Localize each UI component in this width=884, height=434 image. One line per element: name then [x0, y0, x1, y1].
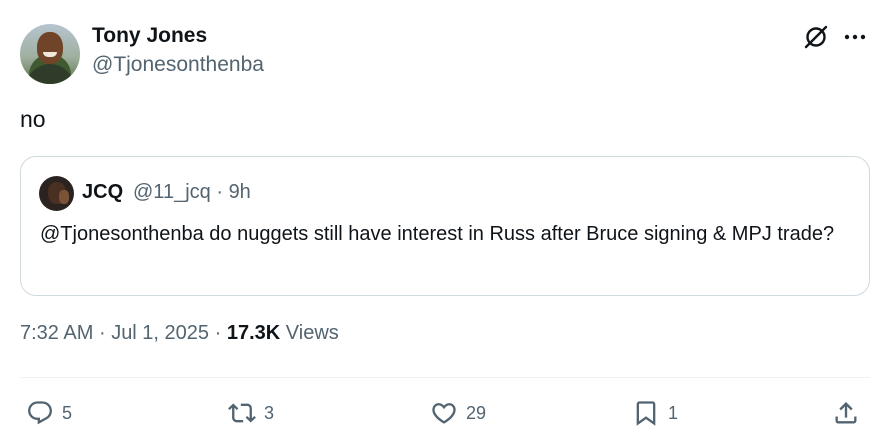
- bookmark-icon: [636, 401, 656, 426]
- quote-time[interactable]: 9h: [229, 181, 251, 203]
- author-handle[interactable]: @Tjonesonthenba: [92, 53, 264, 77]
- like-count: 29: [466, 402, 487, 423]
- quote-avatar-hand: [59, 190, 69, 204]
- bookmark-button[interactable]: 1: [632, 398, 678, 428]
- author-name[interactable]: Tony Jones: [92, 24, 207, 48]
- like-button[interactable]: 29: [430, 398, 486, 428]
- repost-button[interactable]: 3: [228, 398, 274, 428]
- share-button[interactable]: [832, 398, 860, 428]
- quote-text: @Tjonesonthenba do nuggets still have in…: [40, 223, 835, 245]
- quote-handle[interactable]: @11_jcq: [133, 181, 211, 203]
- repost-count: 3: [264, 402, 275, 423]
- more-icon[interactable]: [842, 24, 868, 50]
- repost-icon: [228, 403, 256, 423]
- tweet-date[interactable]: Jul 1, 2025: [111, 322, 209, 344]
- author-avatar[interactable]: [20, 24, 80, 84]
- quote-separator: ·: [216, 181, 223, 203]
- meta-separator: ·: [214, 322, 222, 344]
- tweet-text: no: [20, 106, 46, 132]
- avatar-face: [37, 32, 63, 64]
- divider: [20, 377, 870, 378]
- views-label: Views: [285, 322, 339, 344]
- tweet-meta: 7:32 AM · Jul 1, 2025 · 17.3K Views: [20, 322, 339, 345]
- views-count: 17.3K: [226, 322, 281, 344]
- bookmark-count: 1: [668, 402, 679, 423]
- quote-author-name[interactable]: JCQ: [82, 181, 123, 204]
- quoted-tweet[interactable]: JCQ @11_jcq · 9h @Tjonesonthenba do nugg…: [20, 156, 870, 296]
- quote-avatar[interactable]: [39, 176, 74, 211]
- reply-count: 5: [62, 402, 73, 423]
- tweet-time[interactable]: 7:32 AM: [20, 322, 93, 344]
- meta-separator: ·: [98, 322, 106, 344]
- avatar-shirt: [26, 64, 74, 84]
- reply-button[interactable]: 5: [26, 398, 72, 428]
- quote-meta: @11_jcq · 9h: [133, 181, 251, 204]
- grok-icon[interactable]: [803, 24, 829, 50]
- share-icon: [835, 402, 857, 424]
- like-icon: [432, 403, 456, 424]
- reply-icon: [28, 401, 52, 425]
